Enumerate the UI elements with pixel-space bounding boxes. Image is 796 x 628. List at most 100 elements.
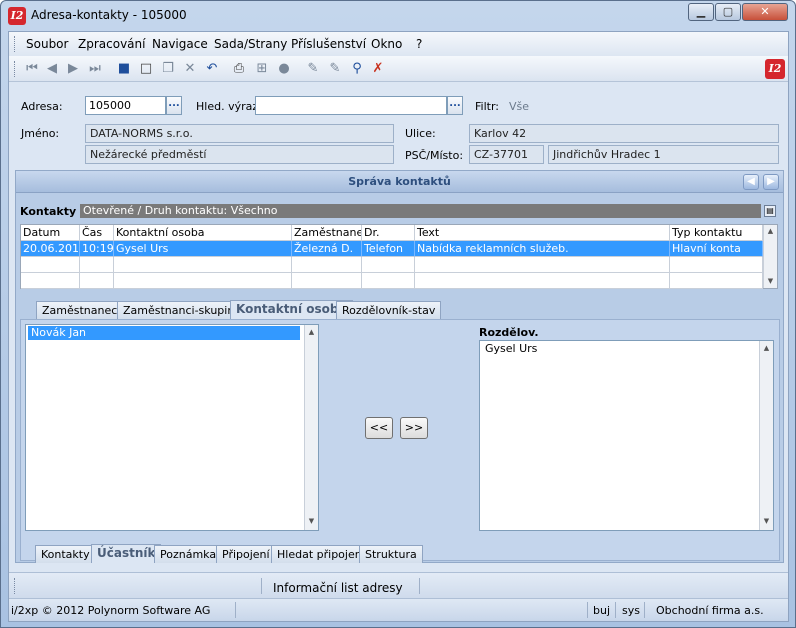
empty-cell xyxy=(670,273,763,289)
available-list[interactable]: Novák Jan ▲ ▼ xyxy=(25,324,319,531)
filtr-value[interactable]: Vše xyxy=(509,100,529,113)
close-button[interactable]: ✕ xyxy=(742,3,788,21)
tab-kontakty[interactable]: Kontakty xyxy=(35,545,96,563)
grid-scrollbar[interactable]: ▲ ▼ xyxy=(763,225,777,288)
menu-prislusenstvi[interactable]: Příslušenství xyxy=(291,37,366,51)
print-icon[interactable]: ⎙ xyxy=(231,61,247,77)
delete-icon[interactable]: ✕ xyxy=(182,61,198,77)
panel-next-icon[interactable]: ▶ xyxy=(763,174,779,190)
menu-grip[interactable] xyxy=(14,36,17,52)
save-icon[interactable]: ■ xyxy=(116,61,132,77)
table-row[interactable]: 20.06.2012 10:19 Gysel Urs Železná D. Te… xyxy=(21,241,763,257)
tab-zamestnanec[interactable]: Zaměstnanec xyxy=(36,301,124,319)
status-bar: i/2xp © 2012 Polynorm Software AG buj sy… xyxy=(9,598,788,621)
menu-okno[interactable]: Okno xyxy=(371,37,402,51)
col-kontaktni-osoba[interactable]: Kontaktní osoba xyxy=(114,225,292,241)
empty-cell xyxy=(415,257,670,273)
tab-rozdelovnik-stav[interactable]: Rozdělovník-stav xyxy=(336,301,442,319)
adresa-field[interactable]: 105000 xyxy=(85,96,166,115)
tab-zamestnanci-skupiny[interactable]: Zaměstnanci-skupiny xyxy=(117,301,247,319)
ulice-label: Ulice: xyxy=(405,127,436,140)
scroll-down-icon[interactable]: ▼ xyxy=(305,515,318,528)
panel-header: Správa kontaktů ◀ ▶ xyxy=(16,171,783,193)
tree-icon[interactable]: ⊞ xyxy=(254,61,270,77)
cell-zamestnanec[interactable]: Železná D. xyxy=(292,241,362,257)
empty-cell xyxy=(415,273,670,289)
move-left-button[interactable]: << xyxy=(365,417,393,439)
status-sys: sys xyxy=(622,604,640,617)
list-item[interactable]: Gysel Urs xyxy=(482,342,754,356)
col-dr[interactable]: Dr. xyxy=(362,225,415,241)
table-row-empty[interactable] xyxy=(21,257,763,273)
edit-pencil-icon[interactable]: ✎ xyxy=(305,61,321,77)
disabled-circle-icon[interactable]: ● xyxy=(276,61,292,77)
app-logo-icon: I2 xyxy=(8,7,26,25)
grid-header: Datum Čas Kontaktní osoba Zaměstnanec Dr… xyxy=(21,225,763,241)
distribution-list-scrollbar[interactable]: ▲ ▼ xyxy=(759,341,773,530)
prev-icon[interactable]: ◀ xyxy=(44,61,60,77)
scroll-up-icon[interactable]: ▲ xyxy=(760,342,773,355)
info-grip[interactable] xyxy=(14,578,17,594)
tab-pripojeni[interactable]: Připojení xyxy=(216,545,276,563)
next-icon[interactable]: ▶ xyxy=(65,61,81,77)
cell-cas[interactable]: 10:19 xyxy=(80,241,114,257)
undo-icon[interactable]: ↶ xyxy=(204,61,220,77)
tab-kontaktni-osoba[interactable]: Kontaktní osoba xyxy=(230,300,353,319)
jmeno-field-2: Nežárecké předměstí xyxy=(85,145,394,164)
adresa-label: Adresa: xyxy=(21,100,63,113)
available-list-scrollbar[interactable]: ▲ ▼ xyxy=(304,325,318,530)
first-icon[interactable]: ⏮ xyxy=(24,61,40,77)
menu-sada-strany[interactable]: Sada/Strany xyxy=(214,37,287,51)
clear-filter-icon[interactable]: ✗ xyxy=(370,61,386,77)
status-company: Obchodní firma a.s. xyxy=(656,604,764,617)
list-item[interactable]: Novák Jan xyxy=(28,326,300,340)
tab-struktura[interactable]: Struktura xyxy=(359,545,423,563)
copy-icon[interactable]: ❐ xyxy=(160,61,176,77)
last-icon[interactable]: ⏭ xyxy=(87,61,103,77)
search-browse-button[interactable]: ... xyxy=(447,96,463,115)
new-icon[interactable]: □ xyxy=(138,61,154,77)
cell-dr[interactable]: Telefon xyxy=(362,241,415,257)
tab-ucastnik[interactable]: Účastník xyxy=(91,544,162,563)
move-right-button[interactable]: >> xyxy=(400,417,428,439)
contacts-panel: Správa kontaktů ◀ ▶ Kontakty Otevřené / … xyxy=(15,170,784,563)
cell-kontaktni-osoba[interactable]: Gysel Urs xyxy=(114,241,292,257)
col-zamestnanec[interactable]: Zaměstnanec xyxy=(292,225,362,241)
cell-datum[interactable]: 20.06.2012 xyxy=(21,241,80,257)
search-input[interactable] xyxy=(255,96,447,115)
menu-navigace[interactable]: Navigace xyxy=(152,37,208,51)
col-cas[interactable]: Čas xyxy=(80,225,114,241)
scroll-down-icon[interactable]: ▼ xyxy=(760,515,773,528)
scroll-up-icon[interactable]: ▲ xyxy=(305,326,318,339)
info-bar: Informační list adresy xyxy=(9,572,788,598)
grid-options-icon[interactable]: ▤ xyxy=(764,205,776,217)
psc-field: CZ-37701 xyxy=(469,145,544,164)
mdi-client: Soubor Zpracování Navigace Sada/Strany P… xyxy=(8,31,789,622)
menu-help[interactable]: ? xyxy=(416,37,422,51)
distribution-list[interactable]: Gysel Urs ▲ ▼ xyxy=(479,340,774,531)
cell-typ-kontaktu[interactable]: Hlavní konta xyxy=(670,241,763,257)
table-row-empty[interactable] xyxy=(21,273,763,289)
divider xyxy=(261,578,262,594)
divider xyxy=(615,602,616,618)
bottom-tabs: Kontakty Účastník Poznámka Připojení Hle… xyxy=(15,544,784,566)
adresa-browse-button[interactable]: ... xyxy=(166,96,182,115)
col-text[interactable]: Text xyxy=(415,225,670,241)
menu-soubor[interactable]: Soubor xyxy=(26,37,68,51)
minimize-button[interactable]: ▁ xyxy=(688,3,714,21)
scroll-up-icon[interactable]: ▲ xyxy=(764,225,777,238)
maximize-button[interactable]: ▢ xyxy=(715,3,741,21)
tab-poznamka[interactable]: Poznámka xyxy=(154,545,223,563)
divider xyxy=(587,602,588,618)
col-datum[interactable]: Datum xyxy=(21,225,80,241)
panel-prev-icon[interactable]: ◀ xyxy=(743,174,759,190)
edit-pencil2-icon[interactable]: ✎ xyxy=(327,61,343,77)
col-typ-kontaktu[interactable]: Typ kontaktu xyxy=(670,225,763,241)
empty-cell xyxy=(114,257,292,273)
tab-hledat-pripojeni[interactable]: Hledat připojení xyxy=(271,545,371,563)
menu-zpracovani[interactable]: Zpracování xyxy=(78,37,145,51)
scroll-down-icon[interactable]: ▼ xyxy=(764,275,777,288)
cell-text[interactable]: Nabídka reklamních služeb. xyxy=(415,241,670,257)
filter-icon[interactable]: ⚲ xyxy=(349,61,365,77)
toolbar-grip[interactable] xyxy=(14,61,17,77)
